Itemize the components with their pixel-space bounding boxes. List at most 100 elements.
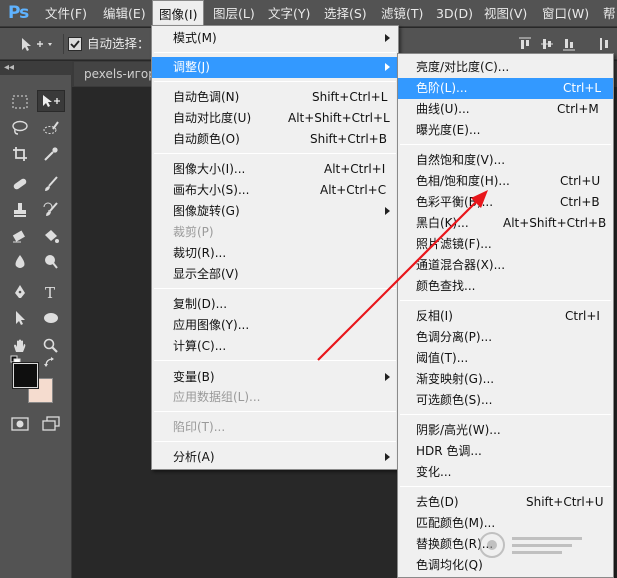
foreground-color-swatch[interactable] — [12, 362, 39, 389]
auto-select-checkbox[interactable] — [68, 37, 82, 51]
image-menu-reveal-all[interactable]: 显示全部(V) — [152, 264, 398, 285]
menu-separator — [154, 288, 396, 289]
image-menu-trap: 陷印(T)... — [152, 417, 398, 438]
adjust-black-white[interactable]: 黑白(K)... Alt+Shift+Ctrl+B — [398, 213, 613, 234]
brush-tool-icon[interactable] — [37, 173, 65, 195]
menu-item-label: 反相(I) — [416, 309, 453, 323]
healing-brush-tool-icon[interactable] — [6, 173, 34, 195]
paint-bucket-tool-icon[interactable] — [37, 225, 65, 247]
image-menu-canvas-size[interactable]: 画布大小(S)... Alt+Ctrl+C — [152, 180, 398, 201]
eyedropper-tool-icon[interactable] — [37, 143, 65, 165]
crop-tool-icon[interactable] — [6, 143, 34, 165]
adjust-shadows-highlights[interactable]: 阴影/高光(W)... — [398, 420, 613, 441]
adjust-variations[interactable]: 变化... — [398, 462, 613, 483]
adjust-selective-color[interactable]: 可选颜色(S)... — [398, 390, 613, 411]
image-menu-mode[interactable]: 模式(M) — [152, 28, 398, 49]
adjust-exposure[interactable]: 曝光度(E)... — [398, 120, 613, 141]
submenu-arrow-icon — [385, 373, 390, 381]
screen-mode-icon[interactable] — [37, 413, 65, 435]
checkmark-icon — [70, 40, 80, 49]
adjust-gradient-map[interactable]: 渐变映射(G)... — [398, 369, 613, 390]
image-menu-image-rotation[interactable]: 图像旋转(G) — [152, 201, 398, 222]
adjust-posterize[interactable]: 色调分离(P)... — [398, 327, 613, 348]
image-menu-auto-tone[interactable]: 自动色调(N) Shift+Ctrl+L — [152, 87, 398, 108]
move-tool-icon[interactable] — [37, 90, 65, 112]
align-vcenter-icon[interactable] — [540, 37, 554, 51]
hand-tool-icon[interactable] — [6, 335, 34, 357]
blur-tool-icon[interactable] — [6, 251, 34, 273]
type-tool-icon[interactable]: T — [37, 281, 65, 303]
menu-item-shortcut: Ctrl+L — [563, 81, 602, 95]
adjust-desaturate[interactable]: 去色(D) Shift+Ctrl+U — [398, 492, 613, 513]
quick-selection-tool-icon[interactable] — [37, 117, 65, 139]
submenu-arrow-icon — [385, 34, 390, 42]
adjust-curves[interactable]: 曲线(U)... Ctrl+M — [398, 99, 613, 120]
image-menu-adjustments[interactable]: 调整(J) — [152, 57, 398, 78]
adjust-photo-filter[interactable]: 照片滤镜(F)... — [398, 234, 613, 255]
move-tool-preset-icon[interactable] — [18, 34, 62, 54]
distribute-icon[interactable] — [598, 37, 612, 51]
eraser-tool-icon[interactable] — [6, 225, 34, 247]
image-menu-image-size[interactable]: 图像大小(I)... Alt+Ctrl+I — [152, 159, 398, 180]
menu-image[interactable]: 图像(I) — [152, 0, 205, 27]
menu-view[interactable]: 视图(V) — [478, 0, 533, 27]
menu-item-label: 调整(J) — [173, 60, 210, 74]
quick-mask-icon[interactable] — [6, 413, 34, 435]
menu-help[interactable]: 帮 — [597, 0, 617, 27]
submenu-arrow-icon — [385, 63, 390, 71]
menu-separator — [154, 441, 396, 442]
ellipse-tool-icon[interactable] — [37, 307, 65, 329]
auto-select-label: 自动选择： — [87, 36, 150, 51]
adjust-brightness-contrast[interactable]: 亮度/对比度(C)... — [398, 57, 613, 78]
document-tab[interactable]: pexels-игоре — [74, 62, 154, 86]
image-menu-calculations[interactable]: 计算(C)... — [152, 336, 398, 357]
adjust-color-balance[interactable]: 色彩平衡(B)... Ctrl+B — [398, 192, 613, 213]
image-menu-auto-color[interactable]: 自动颜色(O) Shift+Ctrl+B — [152, 129, 398, 150]
menu-item-label: 亮度/对比度(C)... — [416, 60, 510, 74]
adjust-hue-saturation[interactable]: 色相/饱和度(H)... Ctrl+U — [398, 171, 613, 192]
clone-stamp-tool-icon[interactable] — [6, 199, 34, 221]
menu-item-shortcut: Alt+Shift+Ctrl+L — [288, 111, 390, 125]
menu-separator — [400, 486, 611, 487]
image-menu-trim[interactable]: 裁切(R)... — [152, 243, 398, 264]
toolbar-collapse-handle[interactable]: ◂◂ — [0, 61, 72, 75]
align-bottom-icon[interactable] — [562, 37, 576, 51]
adjust-color-lookup[interactable]: 颜色查找... — [398, 276, 613, 297]
photoshop-logo: Ps — [8, 3, 29, 23]
menu-file[interactable]: 文件(F) — [39, 0, 93, 27]
menu-edit[interactable]: 编辑(E) — [97, 0, 152, 27]
adjust-hdr-toning[interactable]: HDR 色调... — [398, 441, 613, 462]
menu-layer[interactable]: 图层(L) — [207, 0, 261, 27]
menu-filter[interactable]: 滤镜(T) — [375, 0, 429, 27]
marquee-tool-icon[interactable] — [6, 91, 34, 113]
menu-item-shortcut: Alt+Shift+Ctrl+B — [503, 216, 607, 230]
image-menu-auto-contrast[interactable]: 自动对比度(U) Alt+Shift+Ctrl+L — [152, 108, 398, 129]
dodge-tool-icon[interactable] — [37, 251, 65, 273]
adjust-invert[interactable]: 反相(I) Ctrl+I — [398, 306, 613, 327]
adjust-vibrance[interactable]: 自然饱和度(V)... — [398, 150, 613, 171]
lasso-tool-icon[interactable] — [6, 117, 34, 139]
adjust-threshold[interactable]: 阈值(T)... — [398, 348, 613, 369]
menu-3d[interactable]: 3D(D) — [430, 0, 479, 27]
zoom-tool-icon[interactable] — [37, 335, 65, 357]
history-brush-tool-icon[interactable] — [37, 199, 65, 221]
menu-bar: Ps 文件(F) 编辑(E) 图像(I) 图层(L) 文字(Y) 选择(S) 滤… — [0, 0, 617, 27]
pen-tool-icon[interactable] — [6, 281, 34, 303]
adjust-channel-mixer[interactable]: 通道混合器(X)... — [398, 255, 613, 276]
menu-type[interactable]: 文字(Y) — [262, 0, 316, 27]
align-top-icon[interactable] — [518, 37, 532, 51]
image-menu-duplicate[interactable]: 复制(D)... — [152, 294, 398, 315]
image-menu-variables[interactable]: 变量(B) — [152, 367, 398, 388]
image-menu-apply-image[interactable]: 应用图像(Y)... — [152, 315, 398, 336]
adjust-levels[interactable]: 色阶(L)... Ctrl+L — [398, 78, 613, 99]
menu-select[interactable]: 选择(S) — [318, 0, 373, 27]
swap-colors-icon[interactable] — [44, 357, 56, 372]
menu-window[interactable]: 窗口(W) — [536, 0, 595, 27]
path-selection-tool-icon[interactable] — [6, 307, 34, 329]
menu-item-shortcut: Shift+Ctrl+L — [312, 90, 388, 104]
menu-item-label: 去色(D) — [416, 495, 459, 509]
menu-item-label: 应用数据组(L)... — [173, 390, 261, 404]
menu-item-label: 阴影/高光(W)... — [416, 423, 501, 437]
options-divider — [63, 34, 64, 54]
image-menu-analysis[interactable]: 分析(A) — [152, 447, 398, 468]
